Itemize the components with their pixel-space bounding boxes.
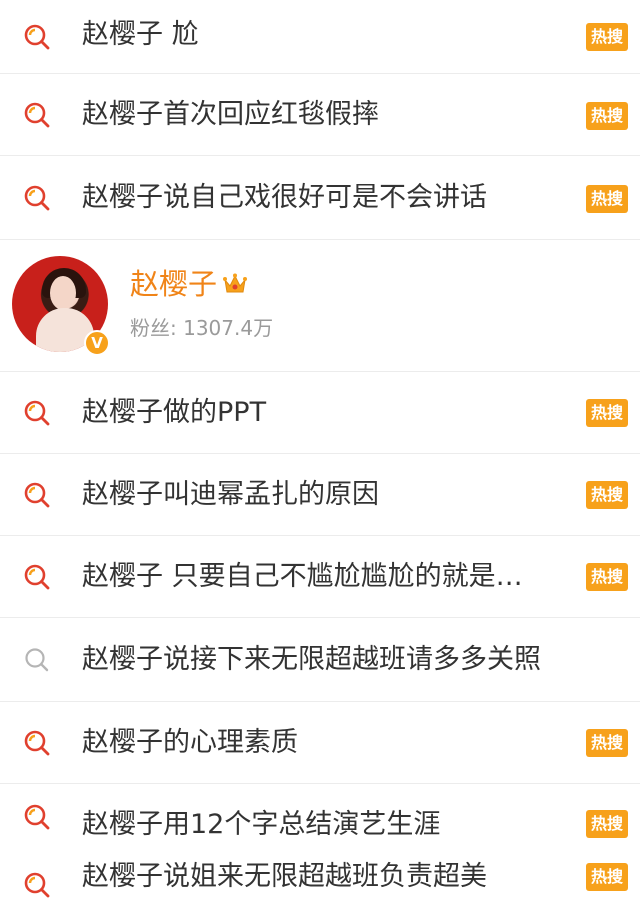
crown-icon [222, 272, 248, 296]
list-item[interactable]: 赵樱子做的PPT 热搜 [0, 372, 640, 454]
hot-search-icon [22, 22, 52, 52]
username[interactable]: 赵樱子 [130, 266, 217, 302]
list-item[interactable]: 赵樱子 尬 热搜 [0, 0, 640, 74]
list-item-label: 赵樱子说自己戏很好可是不会讲话 [82, 182, 487, 213]
hot-search-icon [22, 562, 52, 592]
hot-badge: 热搜 [586, 563, 628, 591]
list-item[interactable]: 赵樱子叫迪幂孟扎的原因 热搜 [0, 454, 640, 536]
list-item[interactable]: 赵樱子说接下来无限超越班请多多关照 [0, 618, 640, 702]
verified-badge: V [84, 330, 110, 356]
list-item-label: 赵樱子 尬 [82, 19, 199, 50]
hot-badge: 热搜 [586, 729, 628, 757]
hot-search-icon [22, 183, 52, 213]
hot-search-icon [22, 480, 52, 510]
hot-badge: 热搜 [586, 102, 628, 130]
hot-search-icon [22, 870, 52, 900]
list-item-label: 赵樱子 只要自己不尴尬尴尬的就是… [82, 561, 523, 592]
list-item-label: 赵樱子说接下来无限超越班请多多关照 [82, 644, 541, 675]
list-item[interactable]: 赵樱子 只要自己不尴尬尴尬的就是… 热搜 [0, 536, 640, 618]
hot-badge: 热搜 [586, 481, 628, 509]
hot-search-icon [22, 398, 52, 428]
fans-count: 粉丝: 1307.4万 [130, 316, 274, 340]
hot-badge: 热搜 [586, 185, 628, 213]
list-item[interactable]: 赵樱子说姐来无限超越班负责超美 热搜 [0, 850, 640, 919]
list-item[interactable]: 赵樱子的心理素质 热搜 [0, 702, 640, 784]
list-item-label: 赵樱子叫迪幂孟扎的原因 [82, 479, 379, 510]
list-item[interactable]: 赵樱子说自己戏很好可是不会讲话 热搜 [0, 156, 640, 240]
list-item[interactable]: 赵樱子用12个字总结演艺生涯 热搜 [0, 784, 640, 850]
list-item-label: 赵樱子首次回应红毯假摔 [82, 99, 379, 130]
hot-badge: 热搜 [586, 810, 628, 838]
hot-badge: 热搜 [586, 863, 628, 891]
search-suggestion-list: 赵樱子 尬 热搜 赵樱子首次回应红毯假摔 热搜 赵樱子说自己戏很好可是不会讲话 … [0, 0, 640, 919]
hot-search-icon [22, 802, 52, 832]
search-icon [22, 645, 52, 675]
hot-badge: 热搜 [586, 23, 628, 51]
list-item-label: 赵樱子说姐来无限超越班负责超美 [82, 861, 487, 892]
list-item-label: 赵樱子的心理素质 [82, 727, 298, 758]
hot-badge: 热搜 [586, 399, 628, 427]
hot-search-icon [22, 100, 52, 130]
list-item[interactable]: 赵樱子首次回应红毯假摔 热搜 [0, 74, 640, 156]
list-item-label: 赵樱子用12个字总结演艺生涯 [82, 809, 441, 840]
list-item-label: 赵樱子做的PPT [82, 397, 267, 428]
hot-search-icon [22, 728, 52, 758]
